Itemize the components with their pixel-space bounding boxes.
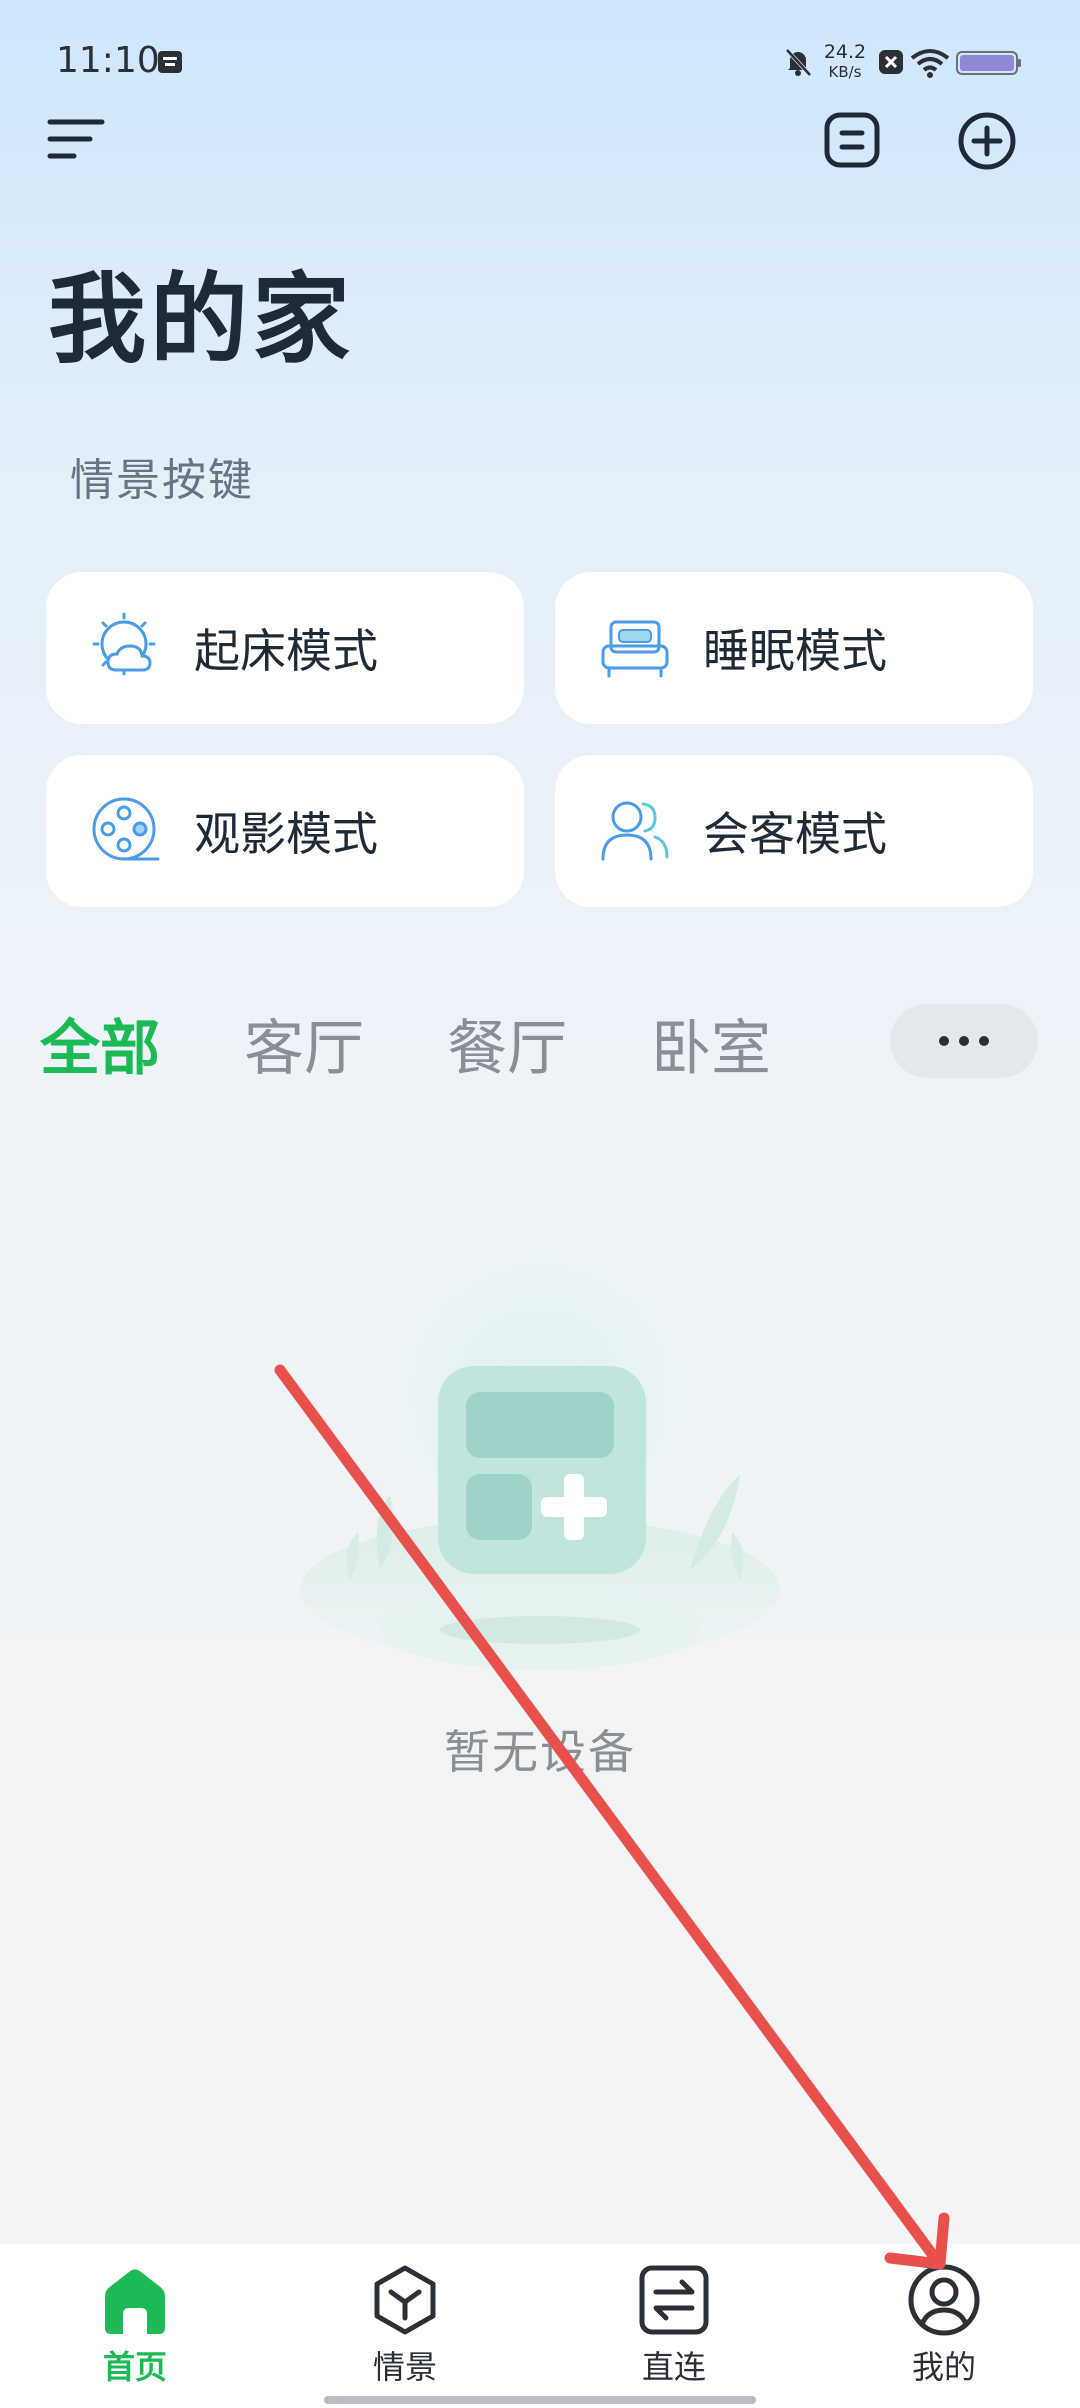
- guests-icon: [601, 801, 669, 861]
- scene-label-sleep: 睡眠模式: [703, 624, 887, 678]
- nav-item-direct[interactable]: 直连: [594, 2262, 754, 2388]
- scene-card-guest[interactable]: 会客模式: [555, 755, 1033, 907]
- empty-state-text: 暂无设备: [444, 1725, 636, 1779]
- app-notification-icon: [158, 51, 182, 73]
- nav-label-scene: 情景: [372, 2348, 437, 2386]
- film-reel-icon: [92, 797, 160, 861]
- scene-card-wake[interactable]: 起床模式: [46, 572, 524, 724]
- nav-item-mine[interactable]: 我的: [864, 2262, 1024, 2388]
- scene-label-movie: 观影模式: [194, 807, 378, 861]
- list-box-icon[interactable]: [822, 110, 882, 170]
- tab-dining-room[interactable]: 餐厅: [447, 1000, 567, 1087]
- scene-section-title: 情景按键: [70, 455, 254, 506]
- add-circle-icon[interactable]: [956, 110, 1018, 172]
- tab-bedroom[interactable]: 卧室: [651, 1000, 771, 1087]
- add-device-illustration: [300, 1250, 780, 1670]
- more-dots-icon: [939, 1036, 989, 1046]
- nav-label-home: 首页: [102, 2348, 167, 2386]
- mute-bell-icon: [785, 48, 812, 77]
- nav-label-mine: 我的: [911, 2348, 976, 2386]
- battery-icon: [956, 51, 1021, 75]
- wifi-icon: [910, 49, 950, 78]
- tabs-more-button[interactable]: [890, 1004, 1038, 1078]
- page-title: 我的家: [48, 263, 355, 377]
- network-speed-value: 24.2: [823, 41, 867, 63]
- scene-card-sleep[interactable]: 睡眠模式: [555, 572, 1033, 724]
- scene-cube-icon: [374, 2265, 436, 2335]
- tab-all[interactable]: 全部: [40, 1000, 160, 1087]
- home-icon: [105, 2269, 165, 2334]
- hamburger-menu-icon[interactable]: [46, 114, 106, 164]
- network-speed-unit: KB/s: [828, 63, 862, 81]
- tab-living-room[interactable]: 客厅: [244, 1000, 364, 1087]
- direct-connect-icon: [639, 2265, 709, 2335]
- scene-card-movie[interactable]: 观影模式: [46, 755, 524, 907]
- network-speed: 24.2 KB/s: [820, 42, 870, 82]
- home-indicator: [324, 2396, 756, 2404]
- profile-icon: [908, 2264, 980, 2336]
- bed-icon: [601, 620, 669, 678]
- status-time: 11:10: [56, 40, 160, 81]
- scene-label-wake: 起床模式: [194, 624, 378, 678]
- nav-item-scene[interactable]: 情景: [325, 2262, 485, 2388]
- nav-label-direct: 直连: [641, 2348, 706, 2386]
- scene-label-guest: 会客模式: [703, 807, 887, 861]
- sun-cloud-icon: [92, 612, 156, 676]
- close-box-icon: [879, 50, 903, 74]
- nav-item-home[interactable]: 首页: [55, 2262, 215, 2388]
